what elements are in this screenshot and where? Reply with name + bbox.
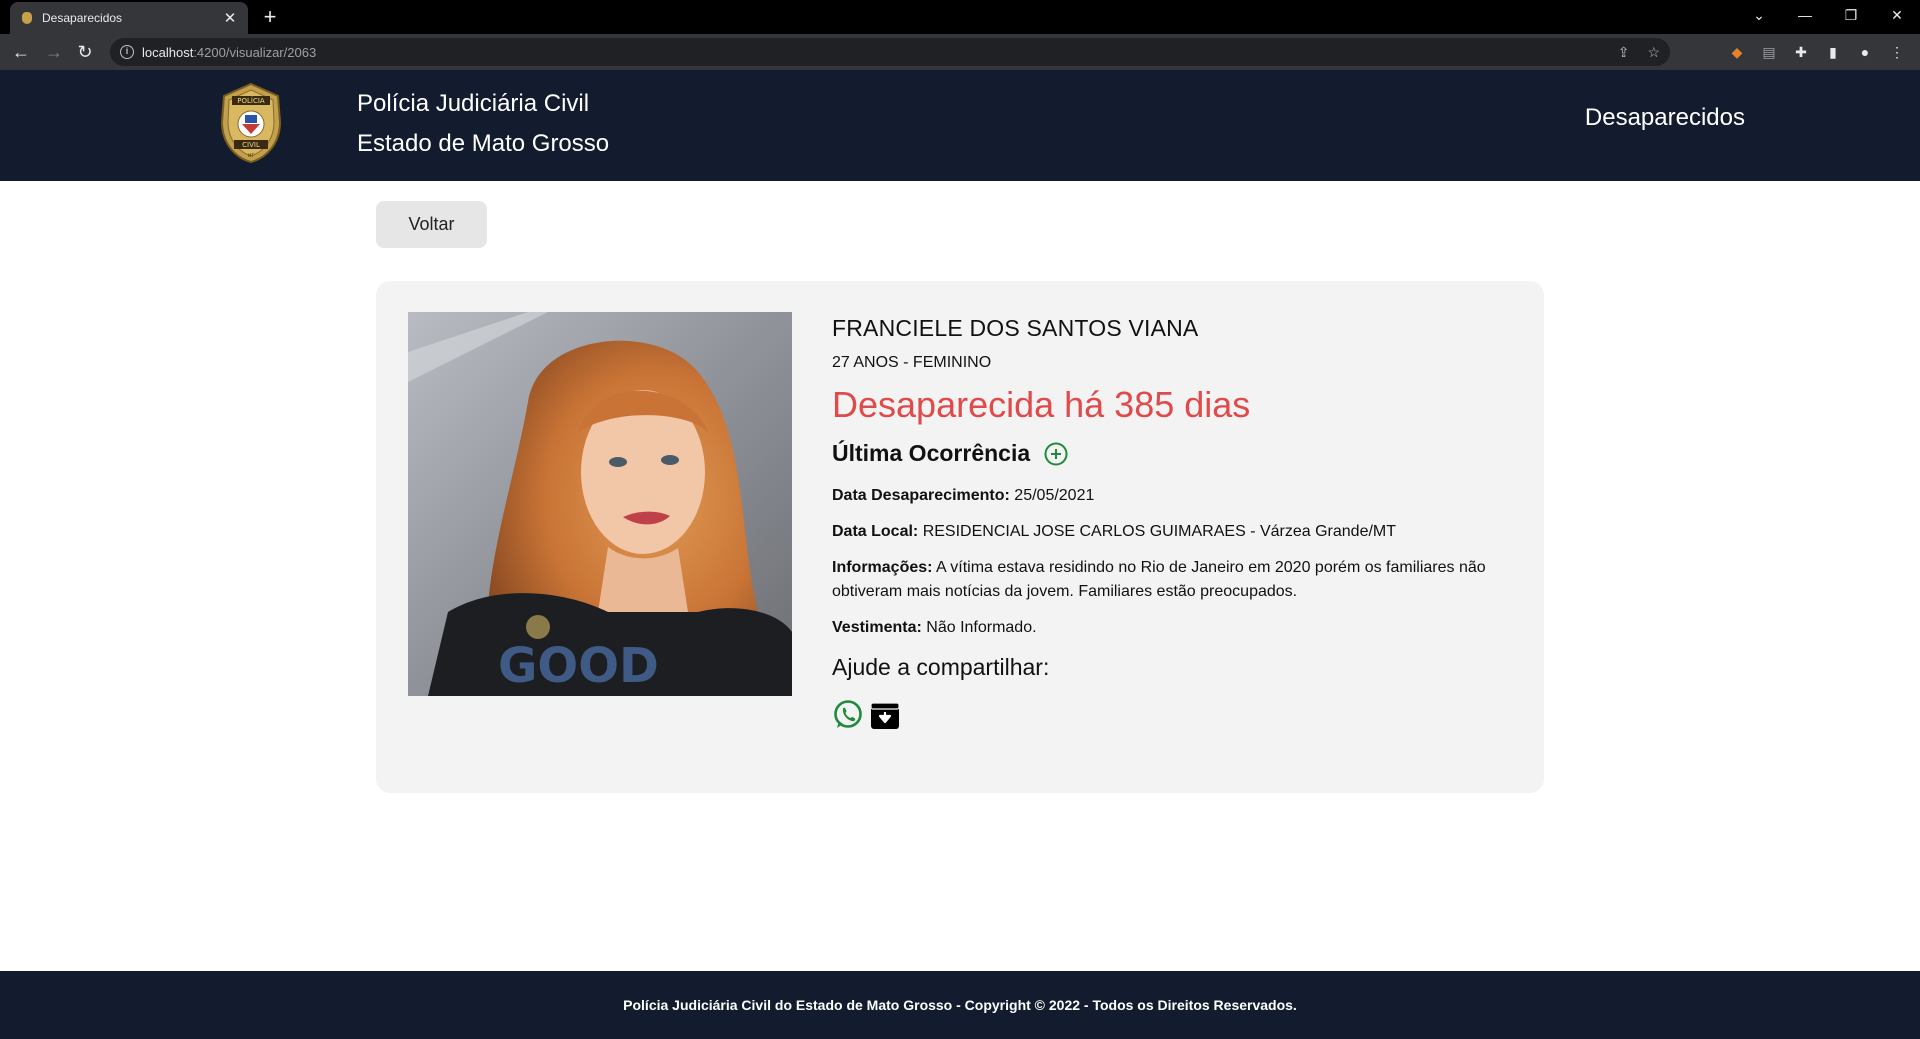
person-details: FRANCIELE DOS SANTOS VIANA 27 ANOS - FEM… [832, 311, 1512, 731]
url-host: localhost [142, 44, 194, 60]
badge-text-top: POLÍCIA [237, 96, 265, 105]
clothing-label: Vestimenta: [832, 619, 922, 636]
brand-line-1: Polícia Judiciária Civil [357, 90, 590, 117]
back-arrow-icon[interactable]: ← [8, 39, 34, 65]
share-page-icon[interactable]: ⇪ [1618, 44, 1630, 61]
browser-tabstrip: Desaparecidos ✕ + ⌄ — ❐ ✕ [0, 0, 1920, 34]
forward-arrow-icon[interactable]: → [41, 39, 67, 65]
site-footer: Polícia Judiciária Civil do Estado de Ma… [0, 971, 1920, 1039]
disappearance-date-field: Data Desaparecimento: 25/05/2021 [832, 484, 1512, 508]
download-icon[interactable] [870, 700, 900, 730]
badge-favicon-icon [22, 12, 32, 24]
new-tab-icon[interactable]: + [258, 5, 282, 29]
add-circle-icon[interactable] [1044, 442, 1068, 466]
printer-extension-icon[interactable]: ▤ [1760, 43, 1778, 61]
profile-avatar-icon[interactable]: ● [1856, 43, 1874, 61]
close-window-icon[interactable]: ✕ [1874, 0, 1920, 30]
svg-text:GOOD: GOOD [498, 638, 659, 694]
brand-line-2: Estado de Mato Grosso [357, 130, 610, 157]
whatsapp-icon[interactable] [832, 699, 864, 731]
site-info-icon[interactable]: i [120, 45, 134, 59]
browser-toolbar: ← → ↻ i localhost:4200/visualizar/2063 ⇪… [0, 34, 1920, 70]
reload-icon[interactable]: ↻ [72, 39, 98, 65]
restore-icon[interactable]: ❐ [1828, 0, 1874, 30]
fox-extension-icon[interactable]: ◆ [1728, 43, 1746, 61]
disappearance-date-value: 25/05/2021 [1014, 487, 1095, 504]
minimize-icon[interactable]: — [1782, 0, 1828, 30]
bookmark-star-icon[interactable]: ☆ [1647, 44, 1660, 61]
share-icons [832, 699, 1512, 731]
occurrence-title: Última Ocorrência [832, 440, 1031, 466]
person-card: GOOD FRANCIELE DOS SANTOS VIANA 27 ANOS … [376, 281, 1544, 793]
place-value: RESIDENCIAL JOSE CARLOS GUIMARAES - Várz… [922, 523, 1397, 540]
browser-menu-icon[interactable]: ⋮ [1888, 43, 1906, 61]
tab-title: Desaparecidos [42, 11, 123, 25]
police-badge-logo: POLÍCIA CIVIL MT [220, 82, 282, 164]
person-age-sex: 27 ANOS - FEMININO [832, 354, 992, 371]
address-bar[interactable]: i localhost:4200/visualizar/2063 ⇪ ☆ [110, 38, 1670, 66]
share-title: Ajude a compartilhar: [832, 654, 1050, 680]
information-label: Informações: [832, 559, 933, 576]
disappearance-date-label: Data Desaparecimento: [832, 487, 1010, 504]
site-header: POLÍCIA CIVIL MT Polícia Judiciária Civi… [0, 70, 1920, 181]
place-field: Data Local: RESIDENCIAL JOSE CARLOS GUIM… [832, 520, 1512, 544]
back-button[interactable]: Voltar [376, 201, 487, 248]
footer-text: Polícia Judiciária Civil do Estado de Ma… [623, 997, 1297, 1013]
browser-tab[interactable]: Desaparecidos ✕ [10, 2, 248, 34]
clothing-value: Não Informado. [926, 619, 1037, 636]
url-path: :4200/visualizar/2063 [193, 44, 317, 60]
missing-days-text: Desaparecida há 385 dias [832, 384, 1251, 425]
information-field: Informações: A vítima estava residindo n… [832, 556, 1512, 604]
badge-text-mt: MT [248, 153, 254, 158]
brand-title[interactable]: Polícia Judiciária Civil Estado de Mato … [357, 84, 609, 164]
tab-search-icon[interactable]: ⌄ [1736, 0, 1782, 30]
person-photo: GOOD [408, 312, 792, 696]
extensions-puzzle-icon[interactable]: ✚ [1792, 43, 1810, 61]
clothing-field: Vestimenta: Não Informado. [832, 616, 1512, 640]
nav-link-desaparecidos[interactable]: Desaparecidos [1585, 104, 1745, 132]
occurrence-heading: Última Ocorrência [832, 440, 1512, 467]
side-panel-icon[interactable]: ▮ [1824, 43, 1842, 61]
person-name: FRANCIELE DOS SANTOS VIANA [832, 315, 1199, 341]
place-label: Data Local: [832, 523, 919, 540]
badge-text-bottom: CIVIL [242, 141, 260, 149]
close-tab-icon[interactable]: ✕ [222, 10, 238, 27]
